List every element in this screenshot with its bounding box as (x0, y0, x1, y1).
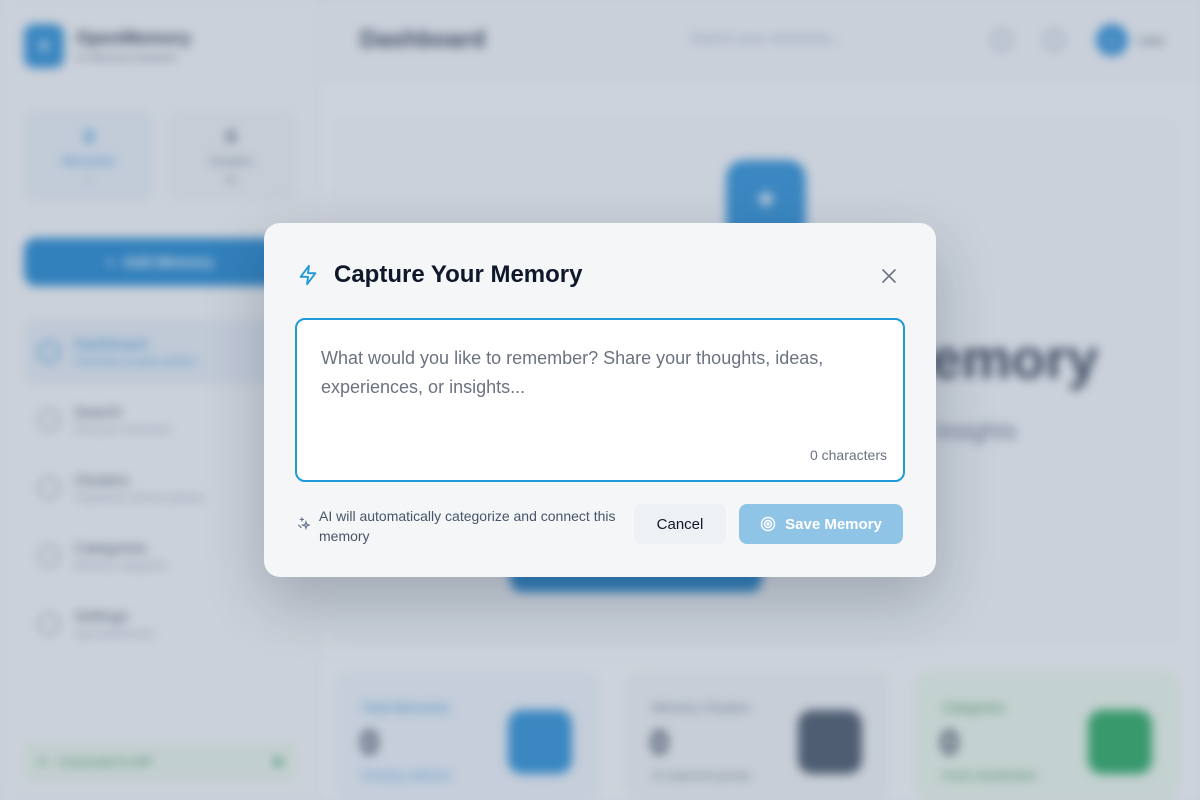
save-memory-label: Save Memory (785, 515, 882, 533)
character-count: 0 characters (809, 447, 887, 463)
lightning-bolt-icon (296, 262, 320, 288)
cancel-button[interactable]: Cancel (634, 504, 726, 544)
close-icon[interactable] (880, 267, 898, 285)
capture-memory-modal: Capture Your Memory 0 characters AI will… (264, 223, 936, 577)
target-icon (760, 516, 776, 532)
save-memory-button[interactable]: Save Memory (739, 504, 903, 544)
modal-header: Capture Your Memory (296, 261, 583, 289)
ai-note: AI will automatically categorize and con… (297, 506, 627, 546)
memory-input-box: 0 characters (295, 318, 905, 482)
sparkles-icon (297, 517, 311, 531)
ai-note-text: AI will automatically categorize and con… (319, 508, 616, 544)
memory-textarea[interactable] (321, 344, 881, 444)
modal-title: Capture Your Memory (334, 261, 583, 288)
